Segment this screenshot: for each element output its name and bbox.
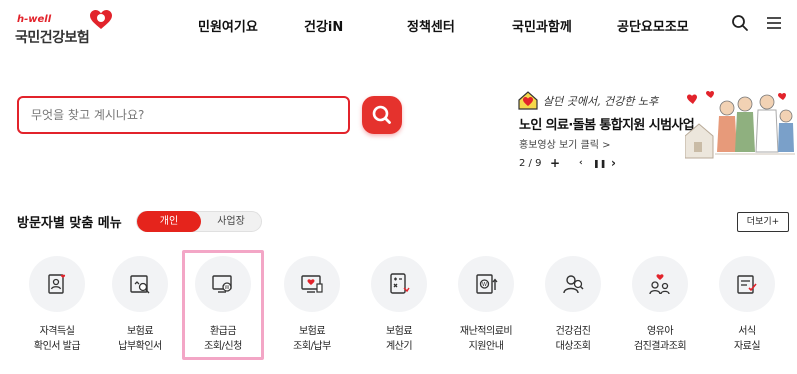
menu-label-line1: 보험료 bbox=[298, 326, 326, 337]
visitor-type-toggle: 개인 사업장 bbox=[136, 211, 262, 232]
menu-label-line2: 지원안내 bbox=[468, 341, 504, 352]
banner-pause-button[interactable]: ❚❚ bbox=[593, 159, 606, 168]
menu-label-line2: 자료실 bbox=[733, 341, 761, 352]
menu-item-qualification[interactable]: 자격득실확인서 발급 bbox=[17, 254, 97, 364]
menu-item-forms[interactable]: 서식자료실 bbox=[707, 254, 787, 364]
nav-item-policy-center[interactable]: 정책센터 bbox=[407, 16, 455, 35]
menu-item-refund[interactable]: W 환급금조회/신청 bbox=[183, 254, 263, 364]
infant-checkup-icon bbox=[649, 274, 670, 295]
banner-title: 노인 의료·돌봄 통합지원 시범사업 bbox=[519, 118, 695, 133]
menu-label-line2: 검진결과조회 bbox=[633, 341, 687, 352]
premium-payment-icon bbox=[301, 275, 323, 293]
nav-item-about-nhis[interactable]: 공단요모조모 bbox=[617, 16, 689, 35]
menu-label-line1: 건강검진 bbox=[555, 326, 591, 337]
menu-label-line1: 보험료 bbox=[126, 326, 154, 337]
menu-item-premium-payment[interactable]: 보험료조회/납부 bbox=[272, 254, 352, 364]
promo-banner[interactable]: 살던 곳에서, 건강한 노후 노인 의료·돌봄 통합지원 시범사업 홍보영상 보… bbox=[517, 86, 795, 176]
menu-label-line1: 자격득실 bbox=[39, 326, 75, 337]
menu-label-line2: 조회/납부 bbox=[293, 341, 331, 352]
menu-label-line2: 대상조회 bbox=[555, 341, 591, 352]
refund-icon: W bbox=[212, 275, 232, 293]
banner-video-link[interactable]: 홍보영상 보기 클릭 > bbox=[519, 136, 611, 151]
search-icon[interactable] bbox=[731, 14, 749, 32]
menu-label-line2: 조회/신청 bbox=[204, 341, 242, 352]
payment-confirmation-icon bbox=[130, 275, 150, 294]
menu-item-health-checkup[interactable]: 건강검진대상조회 bbox=[533, 254, 613, 364]
more-button[interactable]: 더보기+ bbox=[737, 212, 789, 232]
banner-page-indicator: 2 / 9 bbox=[519, 158, 542, 169]
toggle-business[interactable]: 사업장 bbox=[201, 212, 261, 231]
menu-label-line2: 확인서 발급 bbox=[33, 341, 81, 352]
forms-icon bbox=[737, 275, 757, 294]
health-checkup-icon bbox=[563, 275, 584, 294]
menu-item-calculator[interactable]: 보험료계산기 bbox=[359, 254, 439, 364]
search-icon bbox=[372, 105, 391, 124]
nav-item-health-in[interactable]: 건강iN bbox=[304, 16, 343, 35]
banner-next-button[interactable]: › bbox=[611, 156, 616, 170]
menu-label-line2: 계산기 bbox=[385, 341, 413, 352]
menu-label-line2: 납부확인서 bbox=[118, 341, 162, 352]
calculator-icon bbox=[390, 273, 410, 294]
nav-item-with-citizens[interactable]: 국민과함께 bbox=[512, 16, 572, 35]
search-input[interactable] bbox=[31, 105, 331, 125]
elderly-care-illustration bbox=[685, 91, 795, 159]
menu-label-line1: 영유아 bbox=[646, 326, 674, 337]
menu-item-medical-support[interactable]: W 재난적의료비지원안내 bbox=[446, 254, 526, 364]
svg-text:W: W bbox=[482, 282, 487, 288]
banner-add-button[interactable]: + bbox=[550, 156, 560, 170]
toggle-personal[interactable]: 개인 bbox=[137, 211, 201, 232]
main-nav: 민원여기요 건강iN 정책센터 국민과함께 공단요모조모 bbox=[0, 16, 797, 36]
house-heart-icon bbox=[518, 91, 538, 110]
banner-prev-button[interactable]: ‹ bbox=[579, 158, 583, 168]
menu-label-line1: 서식 bbox=[738, 326, 756, 337]
menu-icon[interactable] bbox=[765, 14, 783, 32]
svg-text:W: W bbox=[225, 285, 230, 291]
menu-label-line1: 보험료 bbox=[385, 326, 413, 337]
nav-item-civil-service[interactable]: 민원여기요 bbox=[198, 16, 258, 35]
menu-label-line1: 재난적의료비 bbox=[459, 326, 513, 337]
qualification-certificate-icon bbox=[48, 274, 66, 294]
menu-label-line1: 환급금 bbox=[209, 326, 237, 337]
search-box bbox=[17, 96, 350, 134]
banner-slogan: 살던 곳에서, 건강한 노후 bbox=[543, 95, 659, 108]
search-button[interactable] bbox=[362, 96, 402, 134]
medical-support-icon: W bbox=[476, 274, 498, 294]
menu-item-payment-confirmation[interactable]: 보험료납부확인서 bbox=[100, 254, 180, 364]
visitor-menu-title: 방문자별 맞춤 메뉴 bbox=[17, 216, 122, 231]
menu-item-infant-checkup[interactable]: 영유아검진결과조회 bbox=[620, 254, 700, 364]
